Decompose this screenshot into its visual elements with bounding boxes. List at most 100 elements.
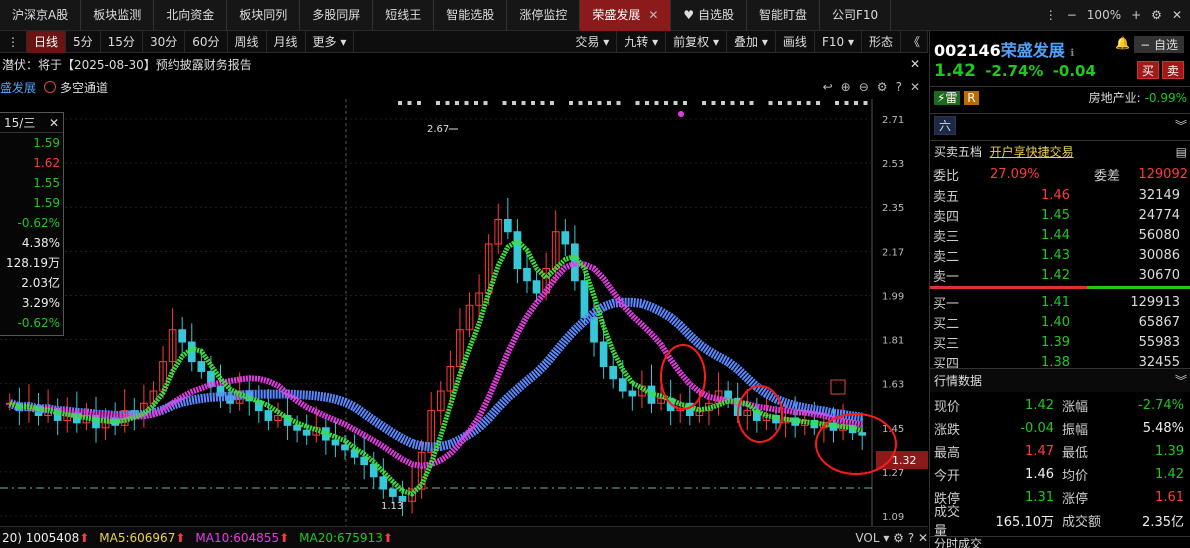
back-icon[interactable]: ↩ xyxy=(823,80,833,94)
industry[interactable]: 房地产业: -0.99% xyxy=(1089,89,1187,106)
event-dot xyxy=(569,101,573,105)
event-dot xyxy=(474,101,478,105)
thunder-tag[interactable]: ⚡雷 xyxy=(934,91,961,105)
nav-tab[interactable]: 短线王 xyxy=(373,0,435,31)
r-tag[interactable]: R xyxy=(964,91,979,105)
f10-button[interactable]: F10 ▾ xyxy=(815,30,862,53)
nav-tab[interactable]: 涨停监控 xyxy=(507,0,581,31)
last-price: 1.42 xyxy=(934,61,976,81)
event-dot xyxy=(787,101,792,105)
period-tab[interactable]: 60分 xyxy=(185,30,228,53)
period-tab-more[interactable]: 更多 ▾ xyxy=(306,30,355,53)
nav-tab-label: 自选股 xyxy=(697,8,734,22)
buy-sell-ratio-bar xyxy=(930,286,1190,289)
info-icon[interactable]: ℹ xyxy=(1070,48,1074,59)
settings-icon[interactable]: ⚙ xyxy=(1151,8,1162,22)
favorite-button[interactable]: − 自选 xyxy=(1134,36,1184,53)
level-volume: 32149 xyxy=(1138,187,1180,203)
orderbook-row[interactable]: 卖三 1.44 56080 xyxy=(930,225,1190,245)
level-label: 卖一 xyxy=(933,269,960,285)
event-dot xyxy=(854,101,858,105)
period-tab[interactable]: 30分 xyxy=(143,30,186,53)
event-dot xyxy=(645,101,649,105)
level-price: 1.40 xyxy=(1041,314,1070,330)
nav-tab[interactable]: 公司F10 xyxy=(820,0,892,31)
close-window-icon[interactable]: ✕ xyxy=(1172,8,1182,22)
nine-turn-button[interactable]: 九转 ▾ xyxy=(617,30,667,53)
md-key: 现价 xyxy=(934,399,961,415)
expand-icon[interactable]: ︾ xyxy=(1175,372,1187,389)
help-icon[interactable]: ? xyxy=(896,80,902,94)
candle-body xyxy=(561,231,570,245)
close-icon[interactable]: ✕ xyxy=(910,57,928,71)
vol-indicator[interactable]: VOL ▾ ⚙ ? ✕ xyxy=(855,531,928,545)
md-key: 振幅 xyxy=(1062,422,1089,438)
zoom-level: 100% xyxy=(1086,8,1122,22)
md-value: 1.42 xyxy=(1155,466,1184,482)
orderbook-row[interactable]: 买三 1.39 55983 xyxy=(930,332,1190,352)
pattern-button[interactable]: 形态 xyxy=(862,30,901,53)
orderbook-row[interactable]: 买二 1.40 65867 xyxy=(930,312,1190,332)
y-tick-label: 2.71 xyxy=(882,115,904,126)
close-icon[interactable]: ✕ xyxy=(648,0,658,31)
period-tab[interactable]: 15分 xyxy=(101,30,143,53)
toolbar-right: 交易 ▾ 九转 ▾ 前复权 ▾ 叠加 ▾ 画线 F10 ▾ 形态 《 xyxy=(568,30,928,53)
event-dot xyxy=(749,101,754,105)
zoom-out-icon[interactable]: ⊖ xyxy=(859,80,869,94)
open-account-link[interactable]: 开户享快捷交易 xyxy=(990,145,1074,159)
orderbook-row[interactable]: 买一 1.41 129913 xyxy=(930,292,1190,312)
code-value: 002146 xyxy=(934,41,1001,60)
period-tab[interactable]: 周线 xyxy=(228,30,267,53)
nav-tab-favorites[interactable]: ♥ 自选股 xyxy=(671,0,747,31)
six-badge[interactable]: 六 xyxy=(934,116,957,135)
zoom-in-icon[interactable]: + xyxy=(1131,8,1141,22)
trade-button[interactable]: 交易 ▾ xyxy=(568,30,618,53)
md-value: 165.10万 xyxy=(995,514,1055,530)
more-icon[interactable]: ⋮ xyxy=(1045,8,1057,22)
nav-tab[interactable]: 北向资金 xyxy=(154,0,228,31)
level-price: 1.44 xyxy=(1041,227,1070,243)
period-tab[interactable]: 日线 xyxy=(27,30,67,53)
orderbook-row[interactable]: 卖二 1.43 30086 xyxy=(930,245,1190,265)
level-price: 1.42 xyxy=(1041,267,1070,283)
period-tab[interactable]: 月线 xyxy=(267,30,306,53)
current-price-text: 1.32 xyxy=(892,454,917,467)
nav-tab[interactable]: 多股同屏 xyxy=(300,0,374,31)
md-value: 5.48% xyxy=(1142,420,1184,436)
close-icon[interactable]: ✕ xyxy=(910,80,920,94)
draw-line-button[interactable]: 画线 xyxy=(776,30,815,53)
ma5-value: MA5:606967 xyxy=(99,530,176,545)
close-icon[interactable]: ✕ xyxy=(49,116,59,130)
adjust-button[interactable]: 前复权 ▾ xyxy=(666,30,728,53)
event-dot xyxy=(816,101,820,105)
md-value: 2.35亿 xyxy=(1142,514,1184,530)
nav-tab-active[interactable]: 荣盛发展 ✕ xyxy=(580,0,672,31)
more-icon[interactable]: ⋮ xyxy=(0,30,27,53)
nav-tab[interactable]: 沪深京A股 xyxy=(0,0,82,31)
nav-tab[interactable]: 智能选股 xyxy=(434,0,508,31)
level-volume: 24774 xyxy=(1138,207,1180,223)
dropdown-circle-icon[interactable] xyxy=(44,81,57,93)
zoom-out-icon[interactable]: − xyxy=(1067,8,1077,22)
buy-button[interactable]: 买 xyxy=(1136,61,1159,79)
orderbook-row[interactable]: 卖一 1.42 30670 xyxy=(930,265,1190,285)
level-label: 卖二 xyxy=(933,249,960,265)
orderbook-row[interactable]: 卖五 1.46 32149 xyxy=(930,185,1190,205)
sell-button[interactable]: 卖 xyxy=(1161,61,1184,79)
period-tab[interactable]: 5分 xyxy=(66,30,101,53)
nav-tab[interactable]: 板块监测 xyxy=(81,0,155,31)
orderbook-row[interactable]: 卖四 1.45 24774 xyxy=(930,205,1190,225)
overlay-button[interactable]: 叠加 ▾ xyxy=(727,30,776,53)
nav-tab[interactable]: 智能盯盘 xyxy=(747,0,821,31)
event-dot xyxy=(436,101,440,105)
top-navigation: 沪深京A股 板块监测 北向资金 板块同列 多股同屏 短线王 智能选股 涨停监控 … xyxy=(0,0,1190,31)
collapse-icon[interactable]: 《 xyxy=(901,30,928,53)
bell-icon[interactable]: 🔔 xyxy=(1115,36,1130,53)
expand-icon[interactable]: ︾ xyxy=(1175,117,1187,134)
nav-tab[interactable]: 板块同列 xyxy=(227,0,301,31)
list-icon[interactable]: ▤ xyxy=(1176,145,1187,159)
zoom-in-icon[interactable]: ⊕ xyxy=(841,80,851,94)
gear-icon[interactable]: ⚙ xyxy=(877,80,888,94)
level-label: 买一 xyxy=(933,296,960,312)
candlestick-chart[interactable]: 2.712.532.352.171.991.811.631.451.271.09… xyxy=(0,99,928,526)
